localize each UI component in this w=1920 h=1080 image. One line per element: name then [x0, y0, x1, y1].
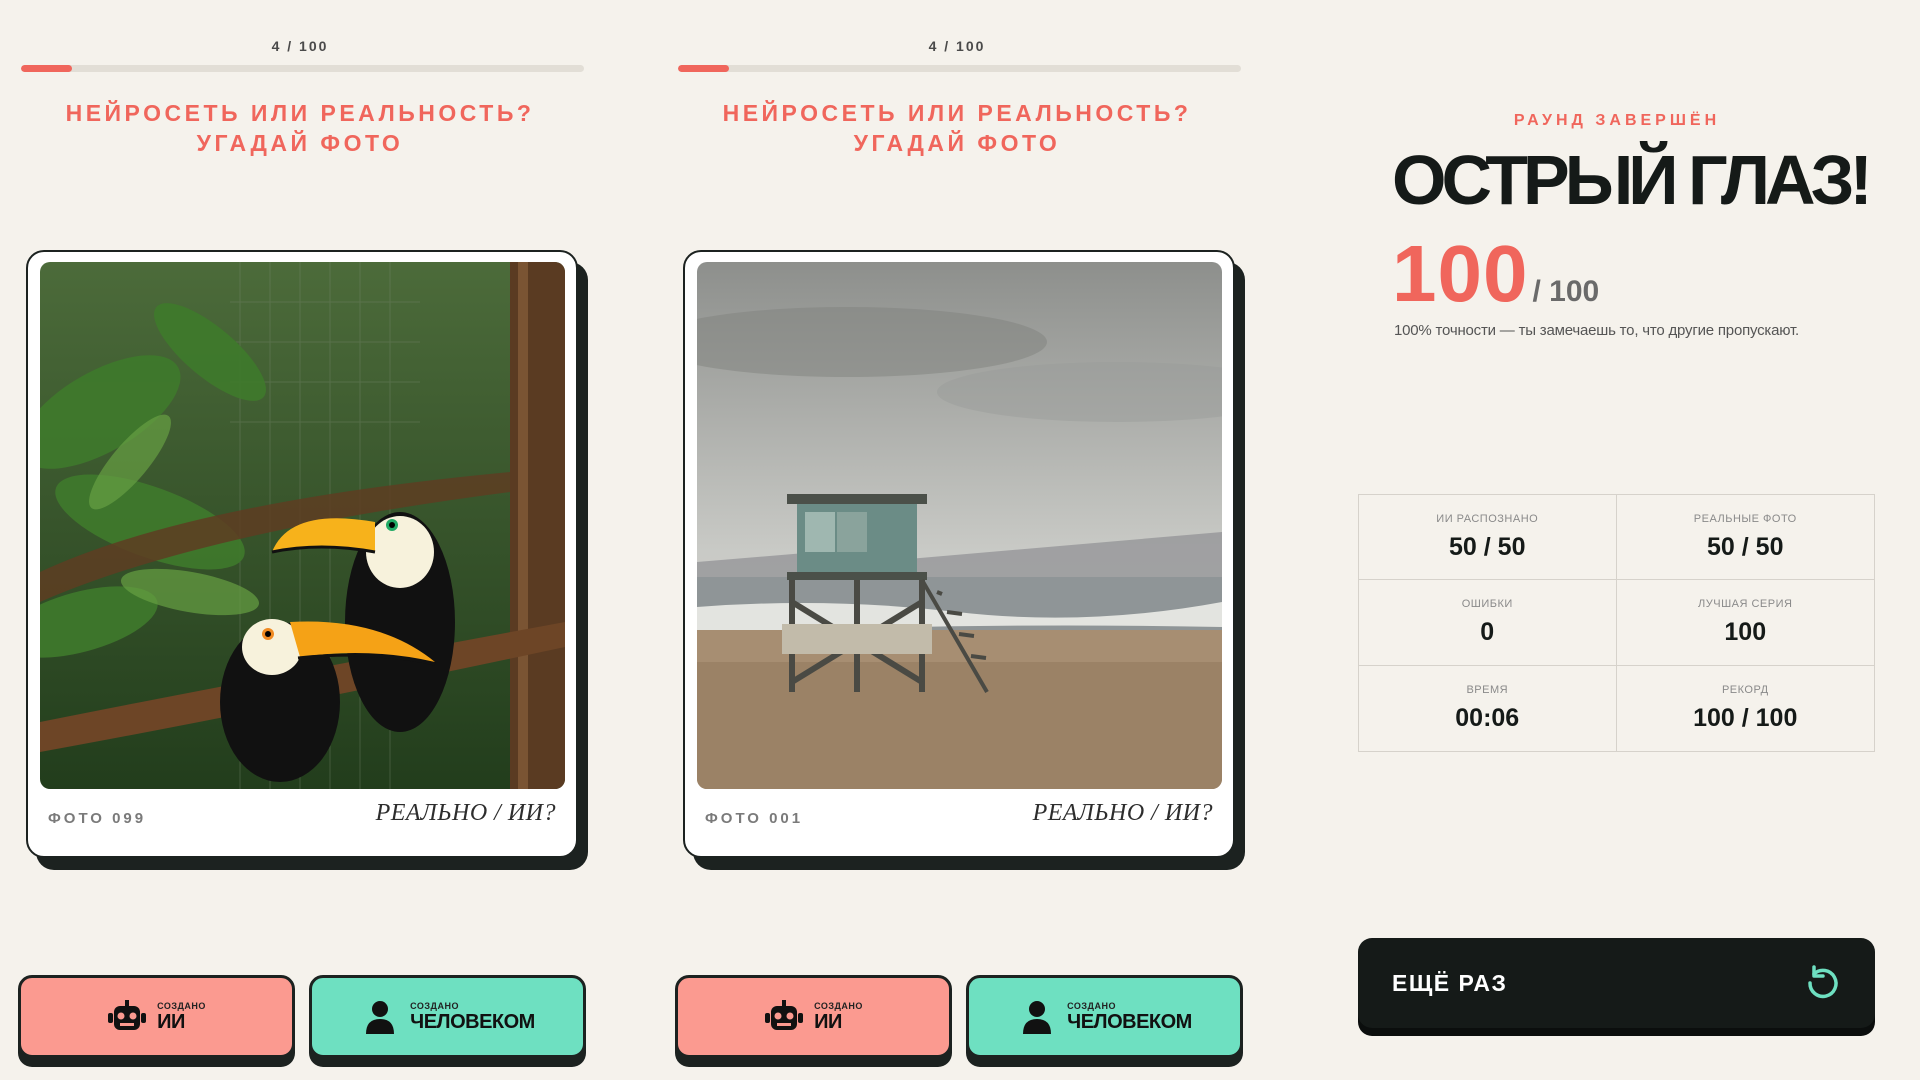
headline-line-2: УГАДАЙ ФОТО [196, 130, 404, 156]
progress-fill [678, 65, 729, 72]
stat-value: 0 [1480, 617, 1495, 646]
score: 100/ 100 [1392, 228, 1599, 320]
stat-best-streak: ЛУЧШАЯ СЕРИЯ 100 [1616, 580, 1874, 666]
stat-errors: ОШИБКИ 0 [1359, 580, 1617, 666]
stat-value: 00:06 [1455, 703, 1520, 732]
stat-label: ВРЕМЯ [1466, 683, 1509, 696]
photo-id: ФОТО 099 [48, 810, 147, 827]
question-label: РЕАЛЬНО / ИИ? [375, 800, 556, 826]
game-headline: НЕЙРОСЕТЬ ИЛИ РЕАЛЬНОСТЬ? УГАДАЙ ФОТО [0, 98, 600, 158]
robot-icon [764, 997, 804, 1037]
verdict-title: ОСТРЫЙ ГЛАЗ! [1392, 141, 1873, 219]
button-caption: СОЗДАНО [410, 1000, 459, 1011]
play-again-label: ЕЩЁ РАЗ [1392, 970, 1508, 996]
made-by-ai-button[interactable]: СОЗДАНО ИИ [18, 975, 295, 1058]
score-description: 100% точности — ты замечаешь то, что дру… [1394, 322, 1799, 339]
person-icon [360, 997, 400, 1037]
stat-label: ОШИБКИ [1461, 597, 1513, 610]
score-total: / 100 [1532, 275, 1600, 308]
photo-beach-tower [697, 262, 1222, 789]
stat-value: 50 / 50 [1449, 532, 1526, 561]
score-value: 100 [1392, 229, 1529, 318]
button-label: ЧЕЛОВЕКОМ [410, 1010, 535, 1033]
question-label: РЕАЛЬНО / ИИ? [1032, 800, 1213, 826]
stat-label: РЕАЛЬНЫЕ ФОТО [1693, 512, 1797, 525]
progress-counter: 4 / 100 [271, 38, 329, 54]
play-again-button[interactable]: ЕЩЁ РАЗ [1358, 938, 1875, 1028]
button-label: ЧЕЛОВЕКОМ [1067, 1010, 1192, 1033]
button-caption: СОЗДАНО [814, 1000, 863, 1011]
stat-time: ВРЕМЯ 00:06 [1359, 665, 1617, 751]
progress-fill [21, 65, 72, 72]
stat-value: 100 [1724, 617, 1767, 646]
photo-card: ФОТО 001 РЕАЛЬНО / ИИ? [683, 250, 1235, 858]
stat-ai-detected: ИИ РАСПОЗНАНО 50 / 50 [1359, 495, 1617, 581]
game-headline: НЕЙРОСЕТЬ ИЛИ РЕАЛЬНОСТЬ? УГАДАЙ ФОТО [657, 98, 1257, 158]
button-label: ИИ [814, 1010, 842, 1033]
stat-real-photos: РЕАЛЬНЫЕ ФОТО 50 / 50 [1616, 495, 1874, 581]
progress-bar [678, 65, 1241, 72]
stat-value: 50 / 50 [1707, 532, 1784, 561]
made-by-ai-button[interactable]: СОЗДАНО ИИ [675, 975, 952, 1058]
button-caption: СОЗДАНО [1067, 1000, 1116, 1011]
stat-record: РЕКОРД 100 / 100 [1617, 666, 1875, 751]
game-panel-2: 4 / 100 НЕЙРОСЕТЬ ИЛИ РЕАЛЬНОСТЬ? УГАДАЙ… [657, 0, 1257, 1080]
stats-grid: ИИ РАСПОЗНАНО 50 / 50 РЕАЛЬНЫЕ ФОТО 50 /… [1358, 494, 1875, 752]
stat-label: ИИ РАСПОЗНАНО [1436, 512, 1539, 525]
photo-id: ФОТО 001 [705, 810, 804, 827]
photo-card: ФОТО 099 РЕАЛЬНО / ИИ? [26, 250, 578, 858]
button-label: ИИ [157, 1010, 185, 1033]
made-by-human-button[interactable]: СОЗДАНО ЧЕЛОВЕКОМ [309, 975, 586, 1058]
stat-label: РЕКОРД [1721, 683, 1769, 696]
made-by-human-button[interactable]: СОЗДАНО ЧЕЛОВЕКОМ [966, 975, 1243, 1058]
restart-icon [1805, 965, 1841, 1001]
headline-line-1: НЕЙРОСЕТЬ ИЛИ РЕАЛЬНОСТЬ? [722, 100, 1192, 126]
stat-label: ЛУЧШАЯ СЕРИЯ [1698, 597, 1793, 610]
robot-icon [107, 997, 147, 1037]
round-complete-label: РАУНД ЗАВЕРШЁН [1513, 112, 1721, 129]
photo-toucans [40, 262, 565, 789]
person-icon [1017, 997, 1057, 1037]
progress-bar [21, 65, 584, 72]
results-panel: РАУНД ЗАВЕРШЁН ОСТРЫЙ ГЛАЗ! 100/ 100 100… [1358, 0, 1876, 1080]
button-caption: СОЗДАНО [157, 1000, 206, 1011]
headline-line-1: НЕЙРОСЕТЬ ИЛИ РЕАЛЬНОСТЬ? [65, 100, 535, 126]
progress-counter: 4 / 100 [928, 38, 986, 54]
stat-value: 100 / 100 [1693, 703, 1798, 732]
headline-line-2: УГАДАЙ ФОТО [853, 130, 1061, 156]
game-panel-1: 4 / 100 НЕЙРОСЕТЬ ИЛИ РЕАЛЬНОСТЬ? УГАДАЙ… [0, 0, 600, 1080]
